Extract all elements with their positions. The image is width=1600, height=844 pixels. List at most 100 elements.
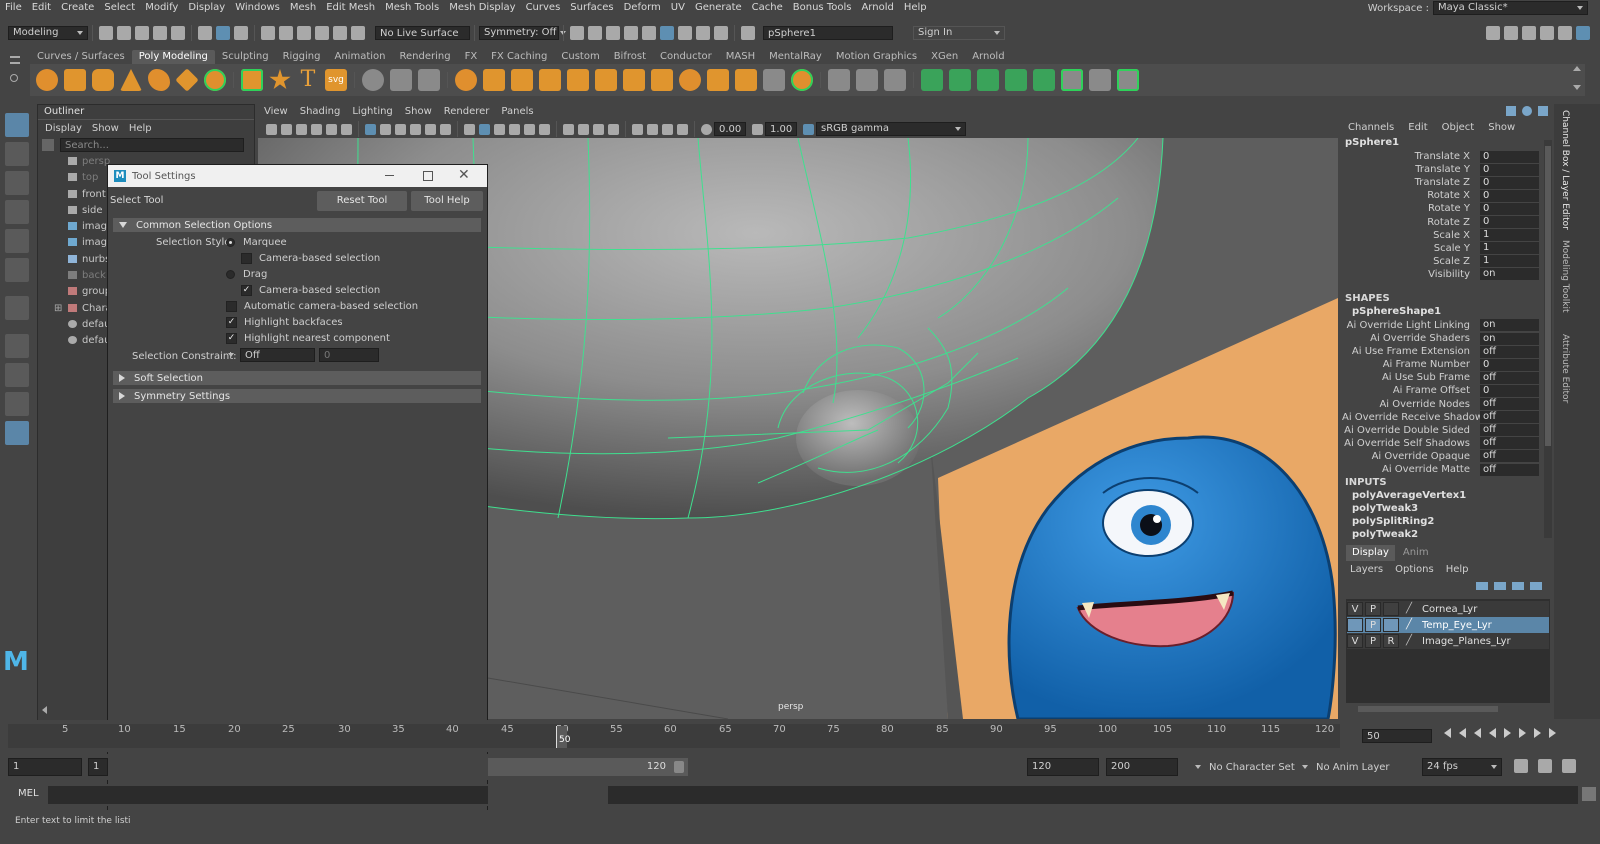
- two-pane-icon[interactable]: [5, 392, 29, 416]
- use-all-lights-icon[interactable]: [539, 123, 550, 135]
- channel-row-scale-x[interactable]: Scale X 1: [1342, 229, 1552, 242]
- live-surface-field[interactable]: No Live Surface: [375, 26, 470, 40]
- tab-modeling-toolkit[interactable]: Modeling Toolkit: [1560, 240, 1570, 313]
- poly-cube-icon[interactable]: [64, 69, 86, 91]
- shelf-tab-mentalray[interactable]: MentalRay: [762, 50, 829, 64]
- highlight-backfaces-checkbox[interactable]: ✓ Highlight backfaces: [226, 317, 343, 328]
- shelf-menu-icon[interactable]: [10, 52, 22, 92]
- outliner-menu-show[interactable]: Show: [92, 123, 119, 134]
- shape-attr-value[interactable]: 0: [1480, 358, 1539, 371]
- shelf-tab-sculpting[interactable]: Sculpting: [215, 50, 276, 64]
- channel-box-icon[interactable]: [1506, 106, 1516, 116]
- symmetry-dropdown[interactable]: Symmetry: Off: [479, 26, 567, 40]
- channel-value[interactable]: 0: [1480, 202, 1539, 215]
- tool-settings-toggle-icon[interactable]: [1540, 26, 1554, 40]
- menu-arnold[interactable]: Arnold: [861, 0, 893, 16]
- menu-uv[interactable]: UV: [671, 0, 685, 16]
- soft-selection-header[interactable]: Soft Selection: [113, 371, 481, 385]
- bevel-icon[interactable]: [679, 69, 701, 91]
- menu-mesh-tools[interactable]: Mesh Tools: [385, 0, 439, 16]
- time-slider[interactable]: 5 10 15 20 25 30 35 40 45 50 55 60 65 70…: [0, 720, 1600, 752]
- animation-start-field[interactable]: 1: [8, 758, 82, 776]
- object-menu[interactable]: Object: [1442, 122, 1475, 133]
- arnold-render-icon[interactable]: [660, 26, 674, 40]
- marquee-radio[interactable]: Marquee: [226, 237, 287, 248]
- menu-edit[interactable]: Edit: [32, 0, 51, 16]
- toolkit-toggle-icon[interactable]: [1504, 26, 1518, 40]
- sidebar-toggle-icon[interactable]: [741, 26, 755, 40]
- automatic-camera-selection-checkbox[interactable]: Automatic camera-based selection: [226, 301, 418, 312]
- step-back-frame-icon[interactable]: [1474, 728, 1481, 738]
- go-to-start-icon[interactable]: [1444, 728, 1451, 738]
- undo-icon[interactable]: [153, 26, 167, 40]
- last-tool-icon[interactable]: [5, 296, 29, 320]
- tool-settings-titlebar[interactable]: M Tool Settings ✕: [108, 165, 487, 187]
- shelf-tab-bifrost[interactable]: Bifrost: [607, 50, 653, 64]
- shape-attr-value[interactable]: off: [1480, 345, 1539, 358]
- layer-row-image-planes[interactable]: V P R ╱ Image_Planes_Lyr: [1347, 633, 1549, 649]
- channels-menu[interactable]: Channels: [1348, 122, 1394, 133]
- menu-cache[interactable]: Cache: [752, 0, 783, 16]
- snap-view-icon[interactable]: [315, 26, 329, 40]
- channel-value[interactable]: on: [1480, 268, 1539, 281]
- shape-attr-value[interactable]: off: [1480, 411, 1539, 424]
- range-end-handle[interactable]: [674, 761, 684, 773]
- svg-icon[interactable]: svg: [325, 69, 347, 91]
- new-layer-selected-icon[interactable]: [1530, 582, 1542, 590]
- shelf-scroll-icon[interactable]: [1573, 66, 1581, 94]
- loop-icon[interactable]: [1514, 759, 1528, 773]
- shape-node-name[interactable]: pSphereShape1: [1342, 305, 1552, 319]
- outliner-toggle-icon[interactable]: [1558, 26, 1572, 40]
- color-management-icon[interactable]: [803, 123, 814, 135]
- bookmark-icon[interactable]: [296, 123, 307, 135]
- bridge-icon[interactable]: [651, 69, 673, 91]
- exposure-field[interactable]: 0.00: [714, 122, 746, 136]
- shelf-tab-mash[interactable]: MASH: [719, 50, 762, 64]
- channel-value[interactable]: 0: [1480, 163, 1539, 176]
- layer-color-icon[interactable]: ╱: [1401, 602, 1417, 616]
- channel-value[interactable]: 1: [1480, 242, 1539, 255]
- camera-attributes-icon[interactable]: [281, 123, 292, 135]
- shelf-tab-rendering[interactable]: Rendering: [392, 50, 457, 64]
- menu-deform[interactable]: Deform: [624, 0, 661, 16]
- channel-value[interactable]: 0: [1480, 150, 1539, 163]
- step-forward-frame-icon[interactable]: [1519, 728, 1526, 738]
- rotate-tool-icon[interactable]: [5, 229, 29, 253]
- shelf-tab-conductor[interactable]: Conductor: [653, 50, 719, 64]
- selection-constraint-dropdown[interactable]: Off: [240, 348, 315, 362]
- scrollbar-thumb[interactable]: [1545, 146, 1551, 446]
- boolean-icon[interactable]: [511, 69, 533, 91]
- grease-pencil-icon[interactable]: [341, 123, 352, 135]
- shelf-tab-poly-modeling[interactable]: Poly Modeling: [131, 50, 215, 64]
- menu-set-dropdown[interactable]: Modeling: [8, 26, 88, 40]
- anti-aliasing-icon[interactable]: [608, 123, 619, 135]
- camera-based-selection-drag-checkbox[interactable]: ✓ Camera-based selection: [241, 285, 380, 296]
- display-type-toggle[interactable]: [1383, 602, 1399, 616]
- input-node[interactable]: polyTweak3: [1352, 502, 1552, 515]
- new-layer-icon[interactable]: [1512, 582, 1524, 590]
- shelf-tab-motion-graphics[interactable]: Motion Graphics: [829, 50, 924, 64]
- selection-constraint-value-field[interactable]: 0: [319, 348, 379, 362]
- poly-torus-icon[interactable]: [148, 69, 170, 91]
- wireframe-on-shaded-icon[interactable]: [509, 123, 520, 135]
- channel-row-scale-y[interactable]: Scale Y 1: [1342, 242, 1552, 255]
- shape-attr-value[interactable]: on: [1480, 319, 1539, 332]
- input-node[interactable]: polyAverageVertex1: [1352, 489, 1552, 502]
- command-input[interactable]: [48, 786, 488, 804]
- fill-hole-icon[interactable]: [707, 69, 729, 91]
- viewport-menu-panels[interactable]: Panels: [501, 104, 533, 120]
- render-frame-icon[interactable]: [588, 26, 602, 40]
- visibility-toggle[interactable]: V: [1347, 602, 1363, 616]
- planar-map-icon[interactable]: [949, 69, 971, 91]
- poly-plane-icon[interactable]: [175, 68, 199, 92]
- current-time-indicator[interactable]: 50: [556, 726, 570, 748]
- select-hierarchy-icon[interactable]: [198, 26, 212, 40]
- play-forwards-icon[interactable]: [1504, 728, 1511, 738]
- fps-dropdown[interactable]: 24 fps: [1422, 758, 1502, 776]
- play-backwards-icon[interactable]: [1489, 728, 1496, 738]
- move-tool-icon[interactable]: [5, 200, 29, 224]
- safe-action-icon[interactable]: [440, 123, 451, 135]
- shelf-tab-xgen[interactable]: XGen: [924, 50, 965, 64]
- edit-menu[interactable]: Edit: [1408, 122, 1427, 133]
- shape-attr-row[interactable]: Ai Override Self Shadows off: [1342, 437, 1552, 450]
